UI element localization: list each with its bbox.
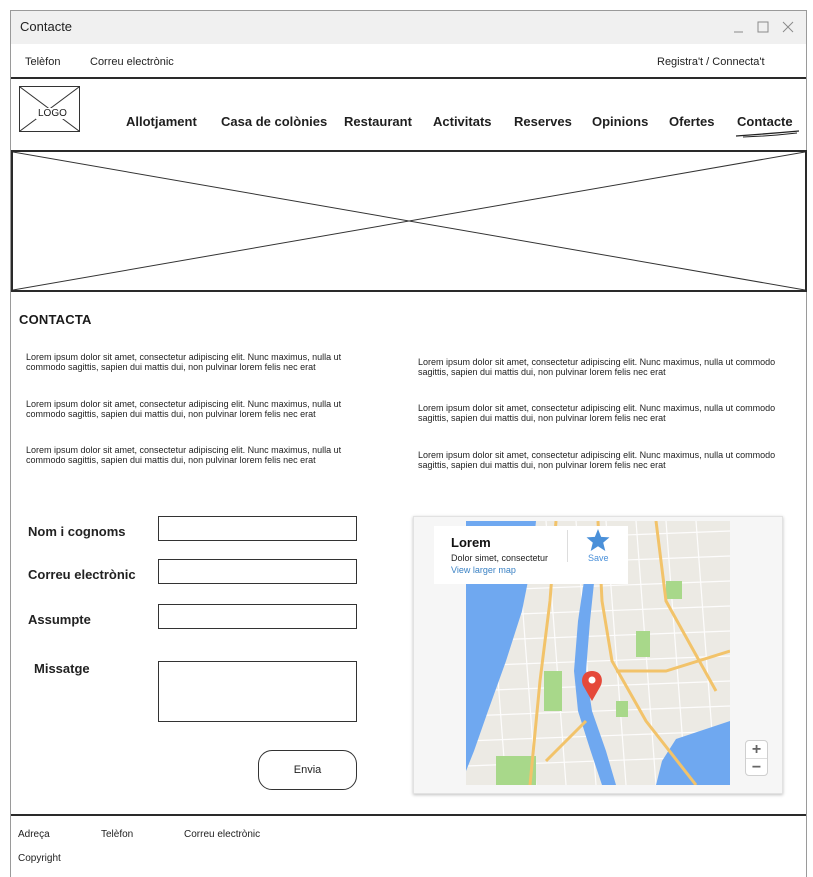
intro-paragraph-left-2: Lorem ipsum dolor sit amet, consectetur … xyxy=(26,399,342,419)
active-nav-underline xyxy=(735,130,800,138)
nav-item-opinions[interactable]: Opinions xyxy=(592,114,648,129)
close-icon[interactable] xyxy=(777,16,799,38)
nav-item-casa-colonies[interactable]: Casa de colònies xyxy=(221,114,327,129)
intro-paragraph-right-1: Lorem ipsum dolor sit amet, consectetur … xyxy=(418,357,776,377)
topbar-email-link[interactable]: Correu electrònic xyxy=(90,56,174,68)
maximize-icon[interactable] xyxy=(752,16,774,38)
minimize-icon[interactable] xyxy=(728,16,750,38)
message-label: Missatge xyxy=(34,661,90,676)
intro-paragraph-left-1: Lorem ipsum dolor sit amet, consectetur … xyxy=(26,352,342,372)
save-place-link[interactable]: Save xyxy=(588,553,609,563)
send-button[interactable]: Envia xyxy=(258,750,357,790)
message-field[interactable] xyxy=(158,661,357,722)
subject-field[interactable] xyxy=(158,604,357,629)
map-place-card: Lorem Dolor simet, consectetur View larg… xyxy=(434,526,628,584)
name-label: Nom i cognoms xyxy=(28,524,126,539)
nav-item-allotjament[interactable]: Allotjament xyxy=(126,114,197,129)
footer-email-link[interactable]: Correu electrònic xyxy=(184,829,260,840)
star-save-icon[interactable] xyxy=(585,528,611,552)
logo[interactable]: LOGO xyxy=(19,86,80,132)
utility-bar: Telèfon Correu electrònic Registra't / C… xyxy=(11,44,806,77)
subject-label: Assumpte xyxy=(28,612,91,627)
title-bar: Contacte xyxy=(11,11,806,44)
topbar-phone-link[interactable]: Telèfon xyxy=(25,56,60,68)
intro-paragraph-right-2: Lorem ipsum dolor sit amet, consectetur … xyxy=(418,403,776,423)
footer-phone-link[interactable]: Telèfon xyxy=(101,829,133,840)
view-larger-map-link[interactable]: View larger map xyxy=(451,565,591,575)
name-field[interactable] xyxy=(158,516,357,541)
map-place-name: Lorem xyxy=(451,535,491,550)
footer-copyright: Copyright xyxy=(18,853,61,864)
map-zoom-control: + − xyxy=(745,740,768,776)
intro-paragraph-left-3: Lorem ipsum dolor sit amet, consectetur … xyxy=(26,445,342,465)
nav-item-contacte[interactable]: Contacte xyxy=(737,114,793,129)
logo-label: LOGO xyxy=(36,108,69,119)
hero-image-placeholder xyxy=(11,150,807,292)
map-card-divider xyxy=(567,530,568,562)
map-widget[interactable]: Lorem Dolor simet, consectetur View larg… xyxy=(413,516,783,794)
map-place-address: Dolor simet, consectetur xyxy=(451,553,549,563)
section-title: CONTACTA xyxy=(19,312,92,327)
nav-item-restaurant[interactable]: Restaurant xyxy=(344,114,412,129)
nav-item-ofertes[interactable]: Ofertes xyxy=(669,114,715,129)
nav-item-reserves[interactable]: Reserves xyxy=(514,114,572,129)
email-label: Correu electrònic xyxy=(28,567,136,582)
zoom-out-button[interactable]: − xyxy=(746,758,767,776)
zoom-in-button[interactable]: + xyxy=(746,741,767,758)
browser-window: Contacte Telèfon Correu electrònic Regis… xyxy=(10,10,807,877)
login-register-link[interactable]: Registra't / Connecta't xyxy=(657,56,765,68)
window-title: Contacte xyxy=(20,19,73,34)
email-field[interactable] xyxy=(158,559,357,584)
footer-divider xyxy=(11,814,806,816)
footer-address-link[interactable]: Adreça xyxy=(18,829,50,840)
header-divider xyxy=(11,77,806,79)
nav-item-activitats[interactable]: Activitats xyxy=(433,114,492,129)
intro-paragraph-right-3: Lorem ipsum dolor sit amet, consectetur … xyxy=(418,450,776,470)
